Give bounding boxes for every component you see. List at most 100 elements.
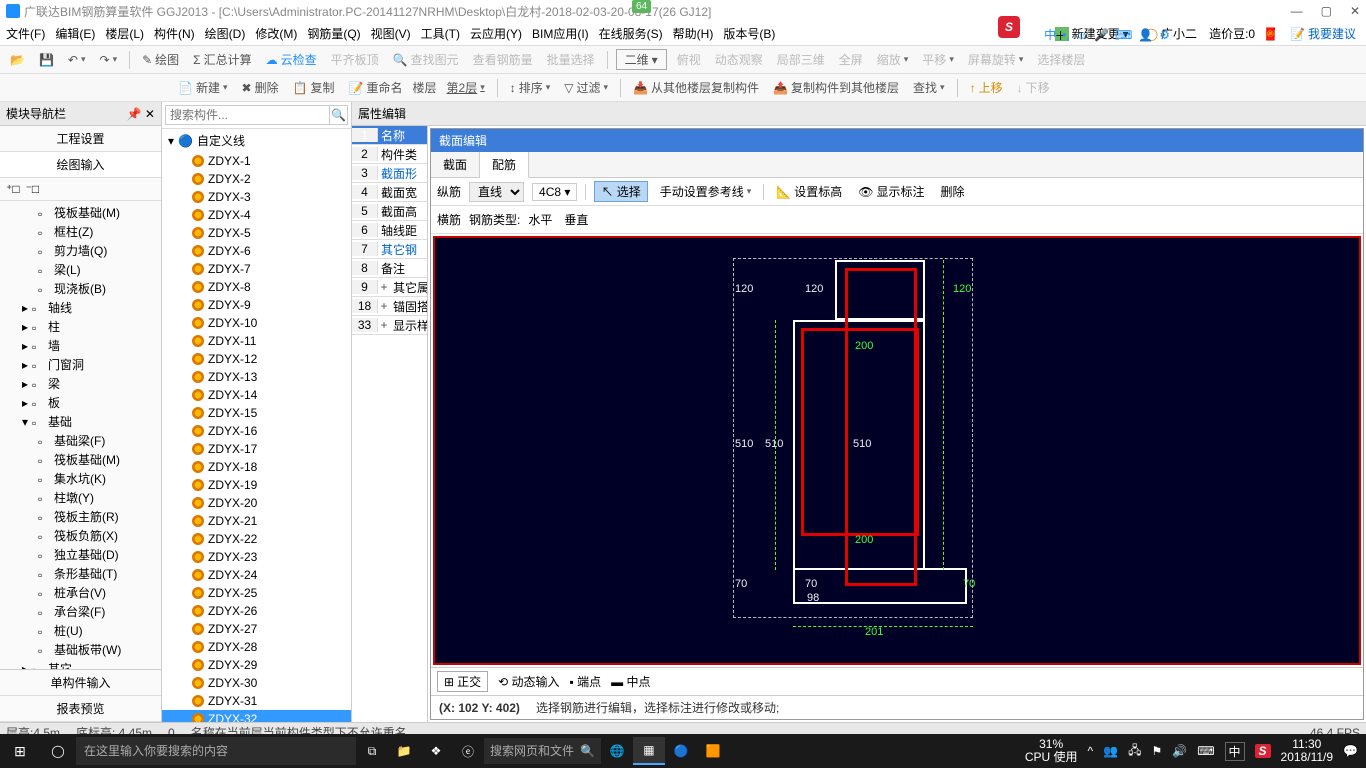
list-item[interactable]: ZDYX-4 [162,206,351,224]
list-item[interactable]: ZDYX-8 [162,278,351,296]
filter-button[interactable]: ▽ 过滤 [560,77,612,98]
save-button[interactable]: 💾 [35,51,58,69]
tab-project-settings[interactable]: 工程设置 [0,126,161,152]
section-canvas[interactable]: 120 120 120 200 510 510 510 200 70 70 70… [433,236,1361,665]
list-item[interactable]: ZDYX-13 [162,368,351,386]
minimize-button[interactable]: — [1291,4,1303,18]
tab-rebar[interactable]: 配筋 [480,152,529,178]
tree-node[interactable]: ▫条形基础(T) [4,564,157,583]
search-input[interactable] [165,105,330,125]
list-item[interactable]: ZDYX-6 [162,242,351,260]
tray-vol-icon[interactable]: 🔊 [1172,744,1187,758]
tray-notif-icon[interactable]: 💬 [1343,744,1358,758]
close-button[interactable]: ✕ [1350,4,1360,18]
list-item[interactable]: ZDYX-5 [162,224,351,242]
zoom-button[interactable]: 缩放 [873,49,913,70]
ime-punct-icon[interactable]: •, [1062,28,1070,42]
tree-node[interactable]: ▫桩承台(V) [4,583,157,602]
tree-node[interactable]: ▫承台梁(F) [4,602,157,621]
tree-node[interactable]: ▸ ▫其它 [4,659,157,669]
tray-keyb-icon[interactable]: ⌨ [1197,744,1214,758]
list-item[interactable]: ZDYX-24 [162,566,351,584]
copy-to-button[interactable]: 📤复制构件到其他楼层 [769,77,903,98]
moveup-button[interactable]: ↑ 上移 [966,77,1007,98]
pan-button[interactable]: 平移 [918,49,958,70]
list-item[interactable]: ZDYX-28 [162,638,351,656]
snap-mid-toggle[interactable]: ▬ 中点 [611,673,650,690]
tree-node[interactable]: ▫现浇板(B) [4,279,157,298]
linetype-select[interactable]: 直线 [469,182,524,202]
tree-node[interactable]: ▸ ▫板 [4,393,157,412]
ime-user-icon[interactable]: 👤 [1138,28,1153,42]
menu-bim[interactable]: BIM应用(I) [532,25,589,42]
menu-help[interactable]: 帮助(H) [673,25,714,42]
list-item[interactable]: ZDYX-7 [162,260,351,278]
tray-clock[interactable]: 11:302018/11/9 [1281,738,1334,764]
tree-node[interactable]: ▸ ▫轴线 [4,298,157,317]
show-mark-button[interactable]: 👁显示标注 [854,181,928,202]
app-icon-3[interactable]: 🟧 [697,737,729,765]
copy-from-button[interactable]: 📥从其他楼层复制构件 [629,77,763,98]
tree-node[interactable]: ▫集水坑(K) [4,469,157,488]
open-button[interactable]: 📂 [6,51,29,69]
tray-sogou-icon[interactable]: S [1255,744,1271,758]
tree-node[interactable]: ▸ ▫柱 [4,317,157,336]
ortho-toggle[interactable]: ⊞ 正交 [437,671,488,692]
list-item[interactable]: ZDYX-20 [162,494,351,512]
tree-node[interactable]: ▫框柱(Z) [4,222,157,241]
tray-flag-icon[interactable]: ⚑ [1151,744,1162,758]
property-row[interactable]: 3截面形 [352,164,427,183]
list-item[interactable]: ZDYX-11 [162,332,351,350]
vert-button[interactable]: 垂直 [560,209,592,230]
find-button[interactable]: 查找 [909,77,949,98]
undo-button[interactable]: ↶ [64,51,90,69]
horiz-button[interactable]: 水平 [528,211,552,228]
list-item[interactable]: ZDYX-31 [162,692,351,710]
property-row[interactable]: 5截面高 [352,202,427,221]
property-row[interactable]: 7其它钢 [352,240,427,259]
menu-rebar[interactable]: 钢筋量(Q) [307,25,360,42]
taskbar-web-search[interactable]: 搜索网页和文件 🔍 [484,738,601,764]
spec-input[interactable]: 4C8 ▾ [532,183,577,201]
ime-mic-icon[interactable]: 🎤 [1094,28,1109,42]
cloud-check-button[interactable]: ☁ 云检查 [262,49,321,70]
list-item[interactable]: ZDYX-2 [162,170,351,188]
tab-report-preview[interactable]: 报表预览 [0,696,161,722]
redo-button[interactable]: ↷ [96,51,122,69]
dynview-button[interactable]: 动态观察 [711,49,767,70]
local3d-button[interactable]: 局部三维 [773,49,829,70]
rotate-button[interactable]: 屏幕旋转 [964,49,1028,70]
find-elem-button[interactable]: 🔍查找图元 [389,49,463,70]
tree-node[interactable]: ▫独立基础(D) [4,545,157,564]
manual-ref-button[interactable]: 手动设置参考线 [656,181,756,202]
sort-button[interactable]: ↕ 排序 [506,77,555,98]
list-item[interactable]: ZDYX-1 [162,152,351,170]
menu-draw[interactable]: 绘图(D) [205,25,246,42]
sogou-icon[interactable]: S [998,16,1020,38]
search-button[interactable]: 🔍 [330,105,348,125]
list-item[interactable]: ZDYX-15 [162,404,351,422]
folder-icon[interactable]: 📁 [388,737,420,765]
tree-node[interactable]: ▾ ▫基础 [4,412,157,431]
ime-zhong-icon[interactable]: 中 [1044,26,1056,43]
select-tool-button[interactable]: ↖ 选择 [594,181,647,202]
menu-modify[interactable]: 修改(M) [255,25,297,42]
movedown-button[interactable]: ↓ 下移 [1013,77,1054,98]
tray-net-icon[interactable]: 🖧 [1128,741,1141,762]
start-button[interactable]: ⊞ [0,743,40,760]
select-floor-button[interactable]: 选择楼层 [1033,49,1089,70]
tree-expand-icon[interactable]: ⁺□ [6,182,20,196]
batch-select-button[interactable]: 批量选择 [543,49,599,70]
copy-button[interactable]: 📋复制 [289,77,339,98]
app-icon-1[interactable]: ❖ [420,737,452,765]
ggj-taskbar-icon[interactable]: ▦ [633,737,665,765]
list-item[interactable]: ZDYX-32 [162,710,351,722]
tab-section[interactable]: 截面 [431,152,480,177]
property-row[interactable]: 8备注 [352,259,427,278]
property-table[interactable]: 1名称2构件类3截面形4截面宽5截面高6轴线距7其它钢8备注9+其它属18+锚固… [352,126,428,722]
list-item[interactable]: ZDYX-19 [162,476,351,494]
list-item[interactable]: ZDYX-25 [162,584,351,602]
tree-node[interactable]: ▸ ▫门窗洞 [4,355,157,374]
tree-node[interactable]: ▫筏板基础(M) [4,450,157,469]
tray-up-icon[interactable]: ^ [1087,744,1093,758]
